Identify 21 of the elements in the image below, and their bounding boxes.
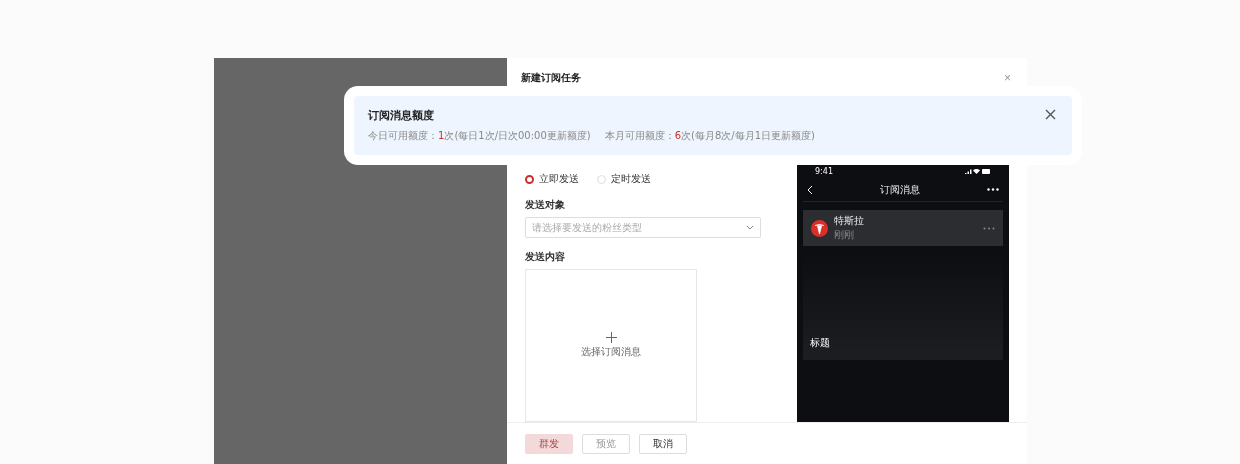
- radio-option[interactable]: 立即发送: [525, 172, 579, 186]
- quota-text: 本月可用额度：6次(每月8次/每月1日更新额度): [604, 129, 815, 143]
- field-label: 发送对象: [525, 198, 565, 212]
- account-time: 刚刚: [834, 228, 855, 242]
- quota-text: 今日可用额度：1次(每日1次/日次00:00更新额度): [368, 129, 591, 143]
- radio-option[interactable]: 定时发送: [597, 172, 651, 186]
- status-icons: [965, 167, 991, 175]
- status-time: 9:41: [815, 166, 833, 176]
- plus-icon: [605, 332, 617, 343]
- chevron-down-icon: [746, 225, 754, 230]
- notice-title: 订阅消息额度: [368, 108, 434, 123]
- phone-title: 订阅消息: [880, 182, 920, 197]
- field-label: 发送内容: [525, 250, 565, 264]
- account-name: 特斯拉: [834, 214, 865, 228]
- logo-icon: [811, 219, 828, 237]
- card-title: 标题: [810, 336, 830, 350]
- more-icon[interactable]: [987, 188, 999, 191]
- action-button[interactable]: 取消: [639, 433, 687, 454]
- message-picker[interactable]: 选择订阅消息: [525, 269, 697, 422]
- back-icon[interactable]: [807, 184, 813, 195]
- dialog-title: 新建订阅任务: [521, 71, 581, 85]
